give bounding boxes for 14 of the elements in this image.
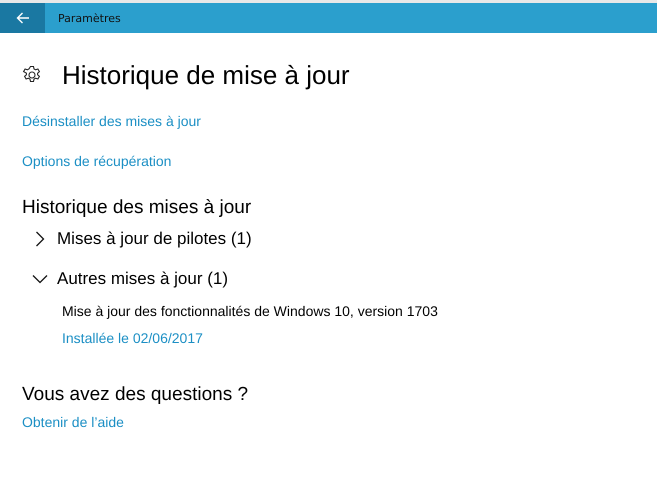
section-heading: Vous avez des questions ? (22, 384, 248, 406)
section-heading: Historique des mises à jour (22, 197, 252, 219)
settings-icon (22, 65, 42, 85)
expander[interactable]: Mises à jour de pilotes (1) (32, 227, 252, 251)
help-link[interactable]: Obtenir de l’aide (22, 414, 124, 430)
back-button[interactable] (0, 3, 45, 33)
update-name: Mise à jour des fonctionnalités de Windows 10, version 1703 (62, 303, 438, 319)
link[interactable]: Options de récupération (22, 152, 172, 170)
expander[interactable]: Autres mises à jour (1) (32, 267, 438, 291)
window-title: Paramètres (58, 12, 121, 24)
page-title: Historique de mise à jour (62, 60, 350, 90)
link[interactable]: Désinstaller des mises à jour (22, 112, 201, 130)
back-arrow-icon (16, 12, 30, 24)
install-date-link[interactable]: Installée le 02/06/2017 (62, 330, 203, 346)
